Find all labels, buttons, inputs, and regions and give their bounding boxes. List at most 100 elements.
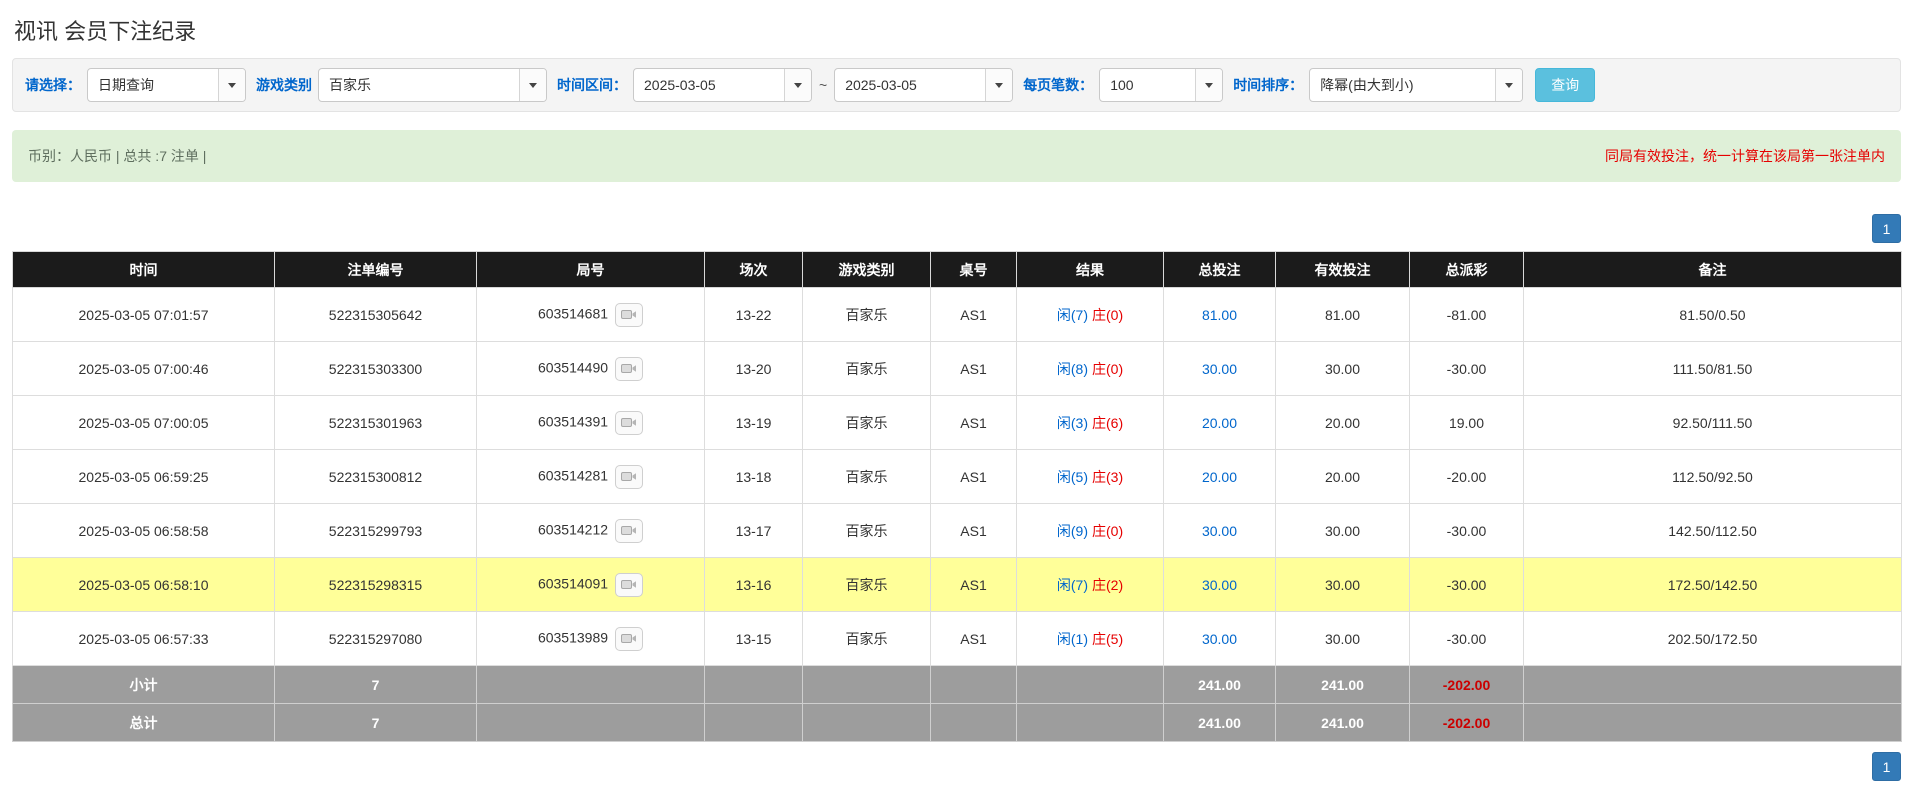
cell-remark: 142.50/112.50	[1524, 504, 1902, 558]
cell-game-type: 百家乐	[803, 558, 931, 612]
sum-cell	[1017, 704, 1164, 742]
cell-result: 闲(5)庄(3)	[1017, 450, 1164, 504]
cell-bet-id: 522315305642	[275, 288, 477, 342]
cell-payout: -30.00	[1410, 504, 1524, 558]
result-player: 闲(5)	[1057, 469, 1088, 485]
total-bet-link[interactable]: 30.00	[1202, 523, 1237, 539]
page-size-input[interactable]	[1100, 69, 1195, 101]
result-banker: 庄(3)	[1092, 469, 1123, 485]
total-bet-link[interactable]: 30.00	[1202, 361, 1237, 377]
cell-total-bet: 20.00	[1164, 450, 1276, 504]
column-header: 时间	[13, 252, 275, 288]
query-type-dropdown-button[interactable]	[218, 69, 245, 101]
column-header: 结果	[1017, 252, 1164, 288]
records-table: 时间注单编号局号场次游戏类别桌号结果总投注有效投注总派彩备注 2025-03-0…	[12, 251, 1902, 742]
result-banker: 庄(0)	[1092, 307, 1123, 323]
query-type-combobox	[87, 68, 246, 102]
sum-cell	[803, 704, 931, 742]
sort-order-dropdown-button[interactable]	[1495, 69, 1522, 101]
sum-label: 总计	[13, 704, 275, 742]
sort-order-label: 时间排序：	[1233, 75, 1303, 95]
game-type-combobox	[318, 68, 547, 102]
date-from-input[interactable]	[634, 69, 784, 101]
round-id-text: 603514391	[538, 413, 608, 429]
sum-cell	[705, 704, 803, 742]
search-button[interactable]: 查询	[1535, 68, 1595, 102]
video-replay-icon[interactable]	[615, 465, 643, 489]
cell-valid-bet: 30.00	[1276, 342, 1410, 396]
video-replay-icon[interactable]	[615, 573, 643, 597]
date-from-dropdown-button[interactable]	[784, 69, 811, 101]
sum-cell: 241.00	[1276, 704, 1410, 742]
summary-notice: 同局有效投注，统一计算在该局第一张注单内	[1605, 146, 1885, 166]
round-id-text: 603513989	[538, 629, 608, 645]
sum-cell	[1017, 666, 1164, 704]
round-id-text: 603514490	[538, 359, 608, 375]
cell-bet-id: 522315303300	[275, 342, 477, 396]
cell-time: 2025-03-05 07:00:05	[13, 396, 275, 450]
cell-session: 13-15	[705, 612, 803, 666]
total-bet-link[interactable]: 30.00	[1202, 631, 1237, 647]
page-title: 视讯 会员下注纪录	[12, 10, 1901, 58]
cell-result: 闲(3)庄(6)	[1017, 396, 1164, 450]
sum-cell: 7	[275, 704, 477, 742]
result-player: 闲(8)	[1057, 361, 1088, 377]
sort-order-input[interactable]	[1310, 69, 1495, 101]
sum-cell	[1524, 666, 1902, 704]
cell-bet-id: 522315297080	[275, 612, 477, 666]
cell-remark: 92.50/111.50	[1524, 396, 1902, 450]
page-size-combobox	[1099, 68, 1223, 102]
game-type-dropdown-button[interactable]	[519, 69, 546, 101]
cell-game-type: 百家乐	[803, 396, 931, 450]
game-type-input[interactable]	[319, 69, 519, 101]
sum-cell	[477, 666, 705, 704]
column-header: 备注	[1524, 252, 1902, 288]
round-id-text: 603514212	[538, 521, 608, 537]
page-size-dropdown-button[interactable]	[1195, 69, 1222, 101]
cell-round-id: 603514281	[477, 450, 705, 504]
total-bet-link[interactable]: 20.00	[1202, 469, 1237, 485]
cell-session: 13-19	[705, 396, 803, 450]
cell-valid-bet: 20.00	[1276, 450, 1410, 504]
sum-cell	[931, 704, 1017, 742]
summary-currency-count: 币别：人民币 | 总共 :7 注单 |	[28, 146, 206, 166]
column-header: 注单编号	[275, 252, 477, 288]
table-header-row: 时间注单编号局号场次游戏类别桌号结果总投注有效投注总派彩备注	[13, 252, 1902, 288]
video-replay-icon[interactable]	[615, 411, 643, 435]
video-replay-icon[interactable]	[615, 627, 643, 651]
cell-session: 13-17	[705, 504, 803, 558]
sum-cell	[803, 666, 931, 704]
cell-game-type: 百家乐	[803, 288, 931, 342]
cell-result: 闲(7)庄(2)	[1017, 558, 1164, 612]
table-row: 2025-03-05 07:00:46 522315303300 6035144…	[13, 342, 1902, 396]
cell-result: 闲(7)庄(0)	[1017, 288, 1164, 342]
column-header: 桌号	[931, 252, 1017, 288]
page-1-button-bottom[interactable]: 1	[1872, 752, 1901, 781]
cell-valid-bet: 20.00	[1276, 396, 1410, 450]
total-bet-link[interactable]: 81.00	[1202, 307, 1237, 323]
cell-payout: -30.00	[1410, 612, 1524, 666]
video-replay-icon[interactable]	[615, 357, 643, 381]
column-header: 场次	[705, 252, 803, 288]
sum-label: 小计	[13, 666, 275, 704]
cell-table-no: AS1	[931, 342, 1017, 396]
video-replay-icon[interactable]	[615, 303, 643, 327]
result-player: 闲(7)	[1057, 307, 1088, 323]
video-replay-icon[interactable]	[615, 519, 643, 543]
total-row: 总计7241.00241.00-202.00	[13, 704, 1902, 742]
sum-cell: 241.00	[1164, 704, 1276, 742]
round-id-text: 603514281	[538, 467, 608, 483]
query-type-input[interactable]	[88, 69, 218, 101]
column-header: 游戏类别	[803, 252, 931, 288]
page-1-button-top[interactable]: 1	[1872, 214, 1901, 243]
date-to-dropdown-button[interactable]	[985, 69, 1012, 101]
total-bet-link[interactable]: 30.00	[1202, 577, 1237, 593]
cell-total-bet: 30.00	[1164, 504, 1276, 558]
select-type-label: 请选择：	[25, 75, 81, 95]
cell-session: 13-18	[705, 450, 803, 504]
total-bet-link[interactable]: 20.00	[1202, 415, 1237, 431]
cell-remark: 81.50/0.50	[1524, 288, 1902, 342]
cell-payout: 19.00	[1410, 396, 1524, 450]
date-to-input[interactable]	[835, 69, 985, 101]
cell-payout: -30.00	[1410, 342, 1524, 396]
